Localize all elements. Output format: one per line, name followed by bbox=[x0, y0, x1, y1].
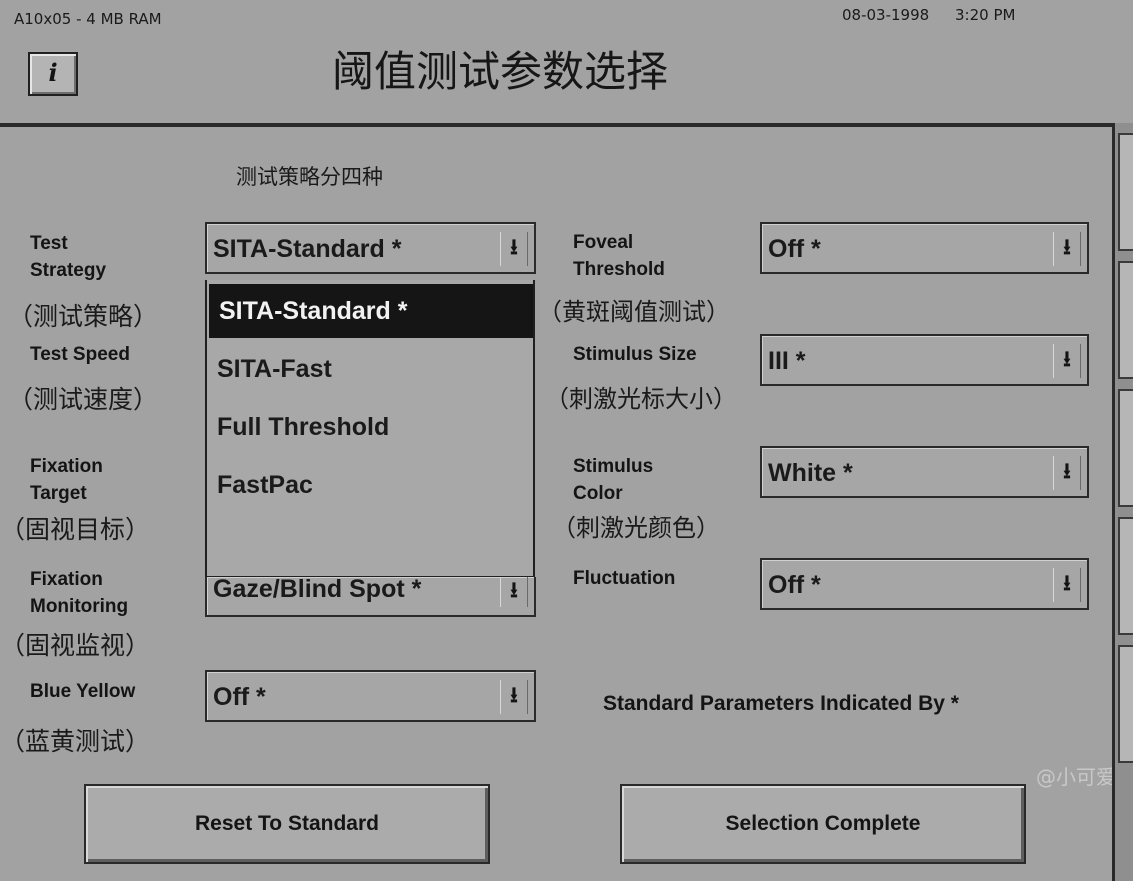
test-strategy-value: SITA-Standard * bbox=[213, 235, 402, 263]
page-title: 阈值测试参数选择 bbox=[332, 47, 669, 96]
test-speed-label: Test Speed bbox=[30, 344, 130, 365]
side-tab[interactable] bbox=[1118, 133, 1133, 251]
side-tab[interactable] bbox=[1118, 517, 1133, 635]
test-strategy-select[interactable]: SITA-Standard * ⭳ bbox=[205, 222, 536, 274]
stimulus-color-select[interactable]: White * ⭳ bbox=[760, 446, 1089, 498]
foveal-threshold-cn-label: （黄斑阈值测试） bbox=[538, 298, 730, 326]
reset-to-standard-button[interactable]: Reset To Standard bbox=[84, 784, 490, 864]
dropdown-arrow-icon[interactable]: ⭳ bbox=[1053, 232, 1081, 266]
header-divider bbox=[0, 123, 1115, 127]
system-info: A10x05 - 4 MB RAM bbox=[14, 10, 162, 28]
test-strategy-label: Test Strategy bbox=[30, 233, 107, 281]
fixation-monitoring-select[interactable]: Gaze/Blind Spot * ⭳ bbox=[205, 577, 536, 617]
blue-yellow-cn-label: （蓝黄测试） bbox=[0, 727, 151, 756]
date-display: 08-03-1998 bbox=[842, 6, 930, 24]
fixation-monitoring-cn-label: （固视监视） bbox=[0, 631, 151, 660]
info-button[interactable]: i bbox=[28, 52, 78, 96]
dropdown-arrow-icon[interactable]: ⭳ bbox=[1053, 456, 1081, 490]
dropdown-arrow-icon[interactable]: ⭳ bbox=[1053, 568, 1081, 602]
dropdown-option-fastpac[interactable]: FastPac bbox=[207, 458, 533, 512]
stimulus-size-value: III * bbox=[768, 347, 806, 375]
dropdown-arrow-icon[interactable]: ⭳ bbox=[1053, 344, 1081, 378]
strategy-subtitle: 测试策略分四种 bbox=[236, 165, 383, 189]
test-strategy-dropdown-list: SITA-Standard * SITA-Fast Full Threshold… bbox=[205, 280, 535, 578]
watermark: @小可爱 bbox=[1036, 765, 1112, 789]
stimulus-size-label: Stimulus Size bbox=[573, 344, 697, 365]
stimulus-size-cn-label: （刺激光标大小） bbox=[545, 385, 737, 413]
foveal-threshold-select[interactable]: Off * ⭳ bbox=[760, 222, 1089, 274]
dropdown-arrow-icon[interactable]: ⭳ bbox=[500, 232, 528, 266]
standard-parameters-note: Standard Parameters Indicated By * bbox=[603, 692, 959, 715]
stimulus-color-label: Stimulus Color bbox=[573, 456, 654, 504]
info-icon: i bbox=[48, 58, 58, 87]
dropdown-option-full-threshold[interactable]: Full Threshold bbox=[207, 400, 533, 454]
side-tab[interactable] bbox=[1118, 261, 1133, 379]
dropdown-option-sita-fast[interactable]: SITA-Fast bbox=[207, 342, 533, 396]
fluctuation-label: Fluctuation bbox=[573, 568, 676, 589]
fixation-target-cn-label: （固视目标） bbox=[0, 515, 151, 544]
fixation-target-label: Fixation Target bbox=[30, 456, 103, 504]
dropdown-arrow-icon[interactable]: ⭳ bbox=[500, 577, 528, 607]
blue-yellow-label: Blue Yellow bbox=[30, 681, 136, 702]
test-strategy-cn-label: （测试策略） bbox=[8, 302, 159, 331]
side-tab[interactable] bbox=[1118, 389, 1133, 507]
fluctuation-value: Off * bbox=[768, 571, 821, 599]
foveal-threshold-label: Foveal Threshold bbox=[573, 232, 665, 280]
time-display: 3:20 PM bbox=[955, 6, 1016, 24]
dropdown-arrow-icon[interactable]: ⭳ bbox=[500, 680, 528, 714]
right-side-tabs bbox=[1112, 123, 1133, 881]
test-speed-cn-label: （测试速度） bbox=[8, 385, 159, 414]
stimulus-size-select[interactable]: III * ⭳ bbox=[760, 334, 1089, 386]
foveal-threshold-value: Off * bbox=[768, 235, 821, 263]
side-tab[interactable] bbox=[1118, 645, 1133, 763]
selection-complete-button[interactable]: Selection Complete bbox=[620, 784, 1026, 864]
fixation-monitoring-value: Gaze/Blind Spot * bbox=[213, 575, 422, 603]
blue-yellow-value: Off * bbox=[213, 683, 266, 711]
dropdown-option-sita-standard[interactable]: SITA-Standard * bbox=[209, 284, 533, 338]
fixation-monitoring-label: Fixation Monitoring bbox=[30, 569, 129, 617]
stimulus-color-value: White * bbox=[768, 459, 853, 487]
fluctuation-select[interactable]: Off * ⭳ bbox=[760, 558, 1089, 610]
blue-yellow-select[interactable]: Off * ⭳ bbox=[205, 670, 536, 722]
stimulus-color-cn-label: （刺激光颜色） bbox=[552, 514, 720, 542]
